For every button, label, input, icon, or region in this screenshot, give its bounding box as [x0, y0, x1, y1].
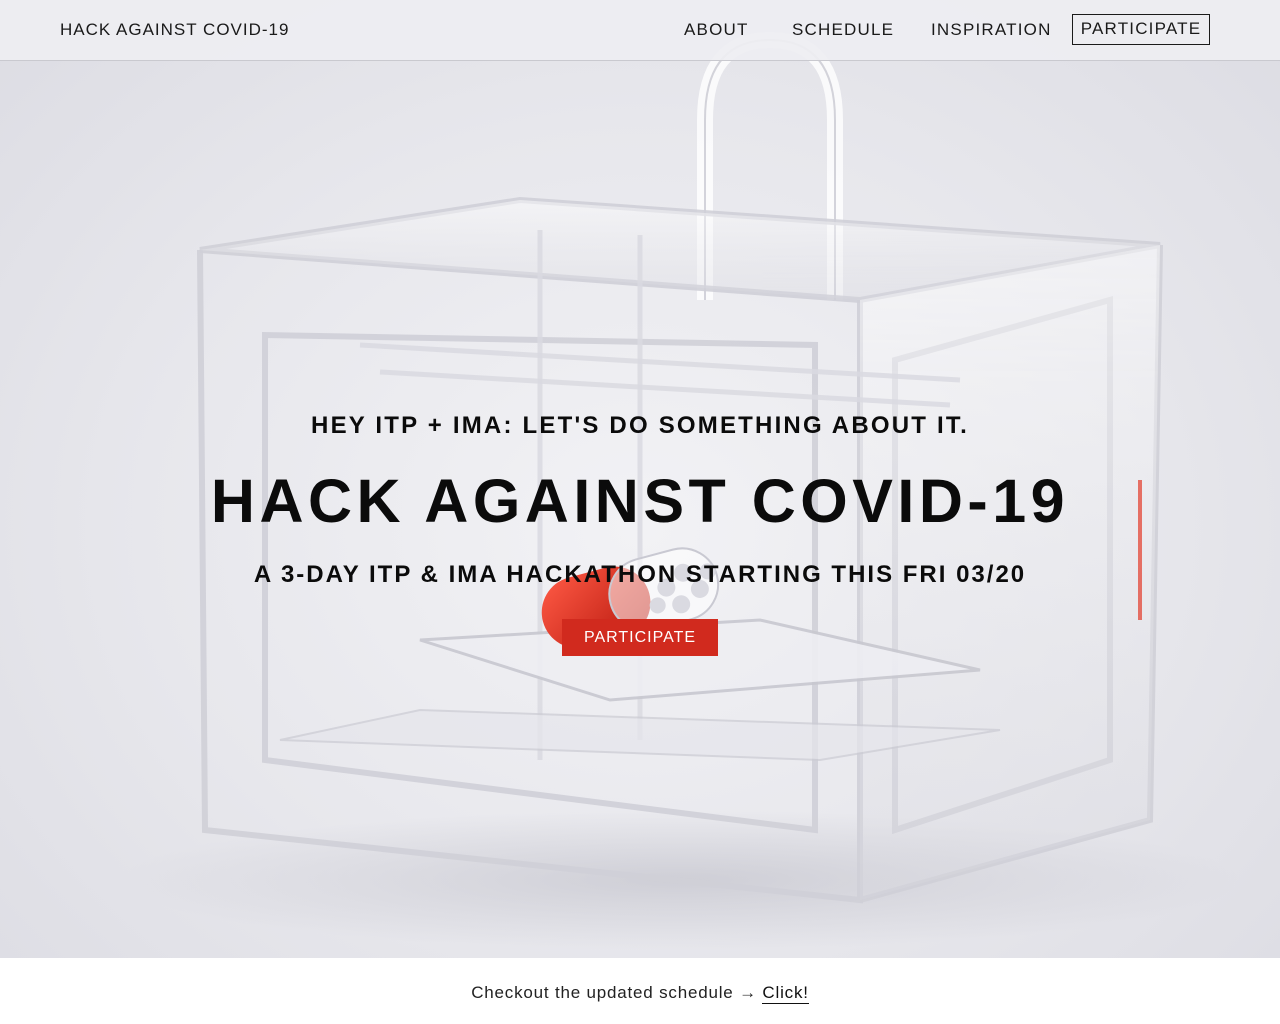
brand-logo-link[interactable]: HACK AGAINST COVID-19 — [60, 20, 289, 40]
hero-headline: HACK AGAINST COVID-19 — [210, 467, 1070, 535]
announcement-text: Checkout the updated schedule — [471, 983, 734, 1002]
arrow-right-icon: → — [739, 983, 757, 1002]
nav-inspiration-link[interactable]: INSPIRATION — [931, 20, 1052, 40]
hero-kicker: HEY ITP + IMA: LET'S DO SOMETHING ABOUT … — [311, 412, 969, 439]
nav-about-link[interactable]: ABOUT — [684, 20, 749, 40]
top-navigation-bar: HACK AGAINST COVID-19 ABOUT SCHEDULE INS… — [0, 0, 1280, 61]
hero-section: HACK AGAINST COVID-19 ABOUT SCHEDULE INS… — [0, 0, 1280, 958]
hero-subheading: A 3-DAY ITP & IMA HACKATHON STARTING THI… — [253, 561, 1027, 588]
participate-cta-button[interactable]: PARTICIPATE — [562, 619, 718, 656]
nav-schedule-link[interactable]: SCHEDULE — [792, 20, 894, 40]
schedule-click-link[interactable]: Click! — [762, 983, 809, 1004]
schedule-announcement-bar: Checkout the updated schedule → Click! — [0, 958, 1280, 1024]
nav-participate-button[interactable]: PARTICIPATE — [1072, 14, 1210, 45]
